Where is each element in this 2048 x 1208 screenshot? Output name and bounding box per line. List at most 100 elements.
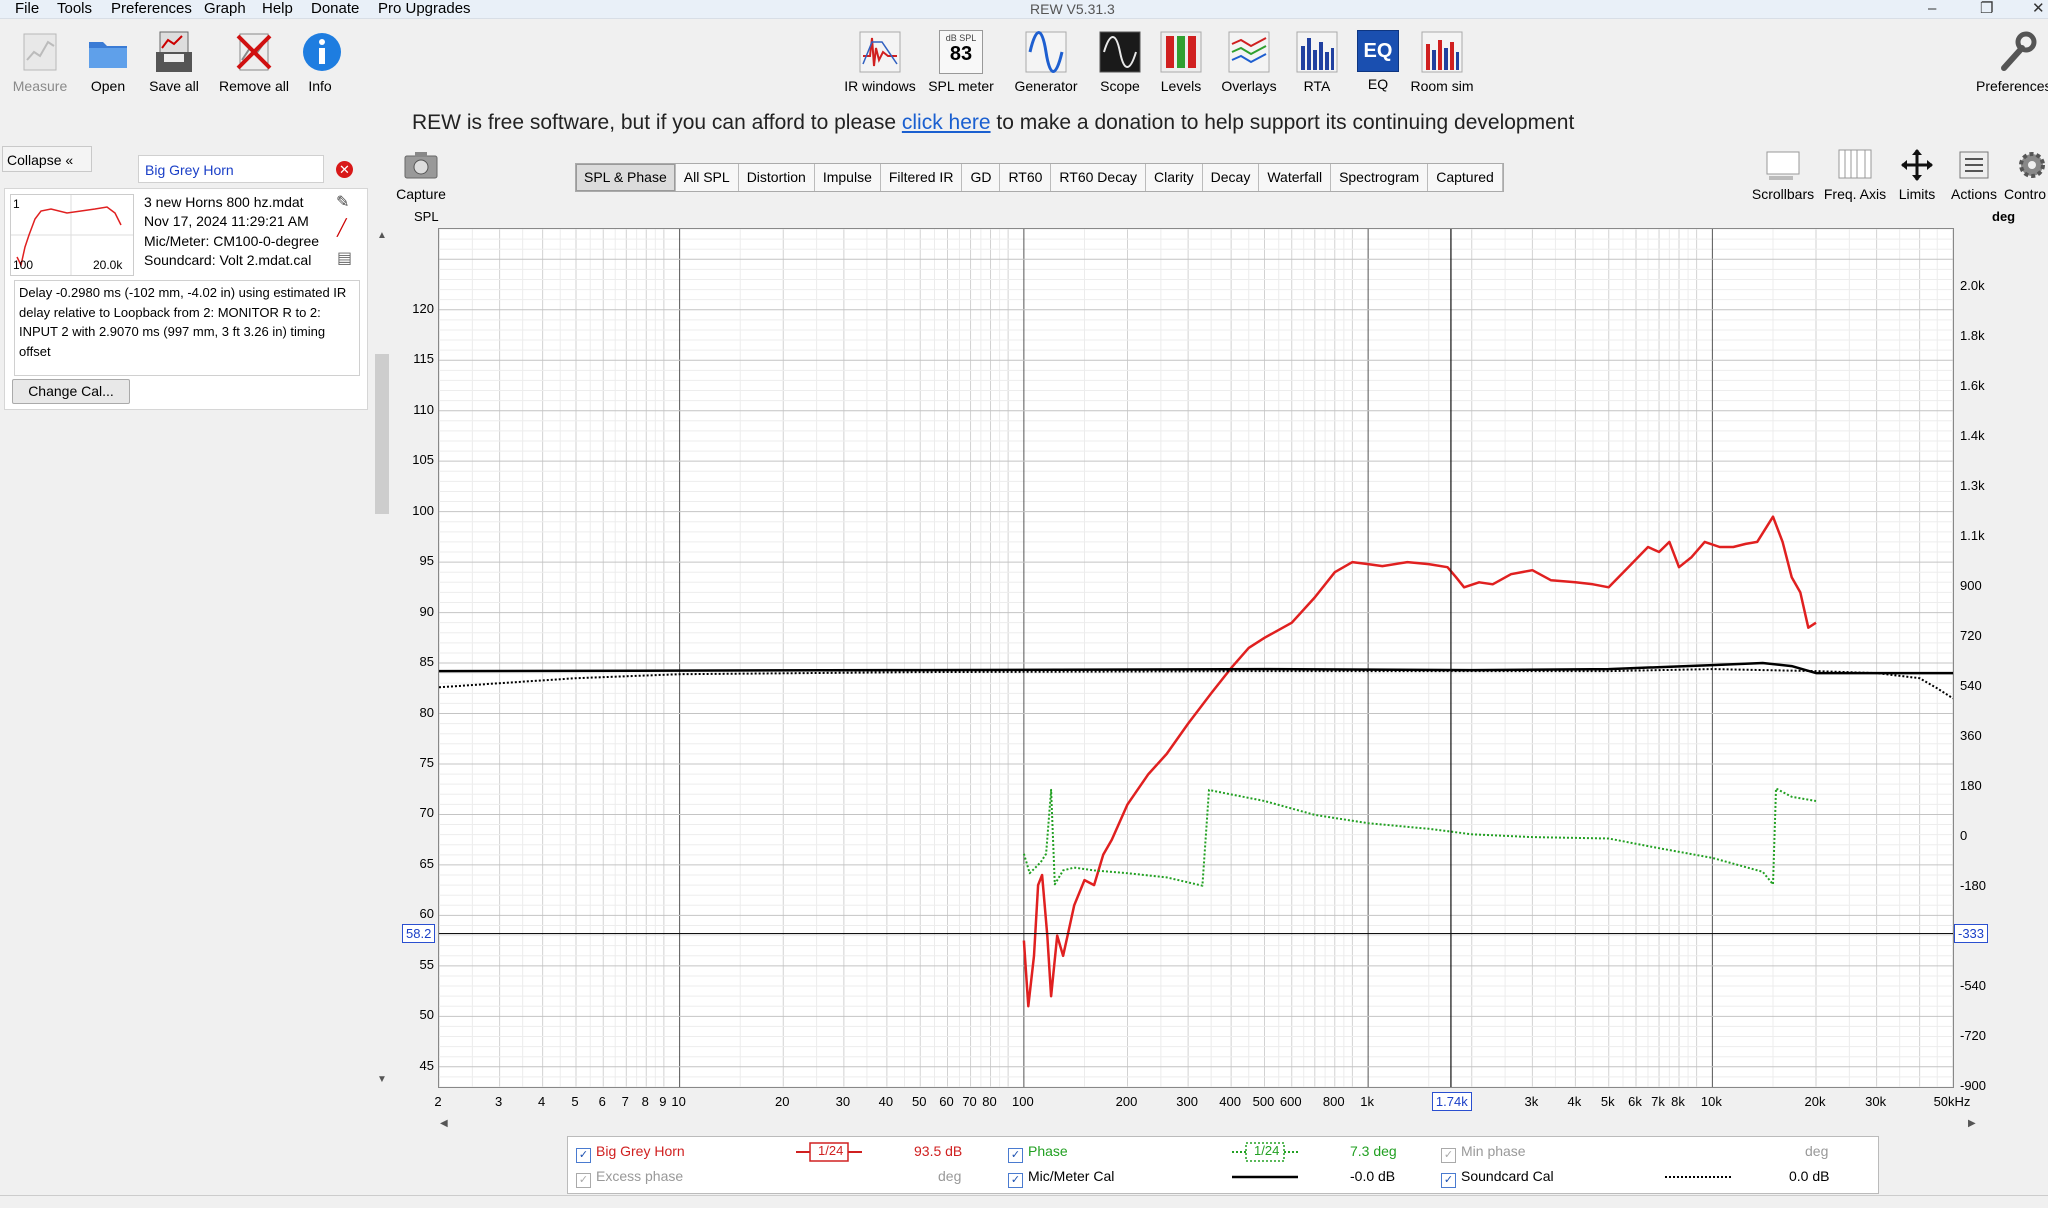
change-cal-button[interactable]: Change Cal... bbox=[12, 379, 130, 404]
graph-h-scrollbar[interactable]: ◀ ▶ bbox=[440, 1118, 1980, 1134]
measurement-date: Nov 17, 2024 11:29:21 AM bbox=[144, 213, 309, 229]
tab-spl-phase[interactable]: SPL & Phase bbox=[576, 164, 676, 191]
open-button[interactable]: Open bbox=[86, 30, 130, 94]
x-tick-label: 20 bbox=[775, 1094, 790, 1109]
preferences-button[interactable]: Preferences bbox=[1976, 30, 2048, 94]
cursor-freq-readout: 1.74k bbox=[1431, 1092, 1472, 1111]
legend-excess-phase[interactable]: ✓ Excess phase bbox=[576, 1168, 683, 1188]
maximize-button[interactable]: ❐ bbox=[1980, 0, 1993, 18]
menu-donate[interactable]: Donate bbox=[311, 0, 359, 18]
measure-button[interactable]: Measure bbox=[10, 30, 70, 94]
tab-decay[interactable]: Decay bbox=[1203, 164, 1260, 191]
tab-gd[interactable]: GD bbox=[962, 164, 1001, 191]
scroll-left-icon[interactable]: ◀ bbox=[440, 1118, 448, 1129]
menu-help[interactable]: Help bbox=[262, 0, 293, 18]
tab-distortion[interactable]: Distortion bbox=[739, 164, 815, 191]
legend-phase-value: 7.3 deg bbox=[1350, 1143, 1397, 1159]
remove-all-button[interactable]: Remove all bbox=[218, 30, 290, 94]
cursor-spl-readout: 58.2 bbox=[402, 923, 436, 943]
spl-phase-graph[interactable] bbox=[438, 228, 1954, 1088]
smoothing-badge-red[interactable]: 1/24 bbox=[796, 1141, 862, 1166]
tab-rt60[interactable]: RT60 bbox=[1000, 164, 1052, 191]
pen-icon[interactable]: ╱ bbox=[337, 218, 347, 238]
actions-button[interactable]: Actions bbox=[1948, 148, 2000, 202]
legend-min-phase[interactable]: ✓ Min phase bbox=[1441, 1143, 1526, 1163]
legend-big-grey-horn[interactable]: ✓ Big Grey Horn bbox=[576, 1143, 685, 1163]
close-window-button[interactable]: ✕ bbox=[2032, 0, 2045, 18]
info-button[interactable]: Info bbox=[300, 30, 341, 94]
donate-link[interactable]: click here bbox=[902, 111, 991, 134]
save-icon bbox=[156, 31, 192, 72]
scroll-down-icon[interactable]: ▼ bbox=[377, 1074, 387, 1085]
legend-min-phase-value: deg bbox=[1805, 1143, 1829, 1159]
levels-icon bbox=[1160, 31, 1202, 73]
generator-button[interactable]: Generator bbox=[1010, 30, 1082, 94]
double-chevron-left-icon: « bbox=[65, 152, 74, 168]
checkbox[interactable]: ✓ bbox=[1008, 1148, 1023, 1163]
measurement-thumbnail[interactable]: 1 100 20.0k bbox=[10, 194, 134, 276]
menu-graph[interactable]: Graph bbox=[204, 0, 246, 18]
camera-icon bbox=[404, 152, 438, 179]
measurement-soundcard: Soundcard: Volt 2.mdat.cal bbox=[144, 252, 312, 268]
y-tick-label: 85 bbox=[419, 654, 434, 670]
y-tick-label: 115 bbox=[413, 351, 434, 367]
overlays-icon bbox=[1228, 31, 1270, 73]
scroll-right-icon[interactable]: ▶ bbox=[1968, 1118, 1976, 1129]
minimize-button[interactable]: – bbox=[1928, 0, 1936, 18]
y-tick-label: 95 bbox=[419, 553, 434, 569]
tab-impulse[interactable]: Impulse bbox=[815, 164, 881, 191]
y2-tick-label: 2.0k bbox=[1960, 278, 1985, 294]
measurement-name-field[interactable]: Big Grey Horn bbox=[138, 155, 324, 183]
limits-button[interactable]: Limits bbox=[1894, 148, 1940, 202]
tab-clarity[interactable]: Clarity bbox=[1146, 164, 1203, 191]
tab-waterfall[interactable]: Waterfall bbox=[1259, 164, 1332, 191]
series-layer bbox=[439, 515, 1953, 1008]
checkbox[interactable]: ✓ bbox=[1441, 1173, 1456, 1188]
y2-tick-label: -720 bbox=[1960, 1028, 1987, 1044]
menu-pro-upgrades[interactable]: Pro Upgrades bbox=[378, 0, 471, 18]
capture-button[interactable]: Capture bbox=[394, 148, 448, 202]
y2-tick-label: 180 bbox=[1960, 778, 1982, 794]
measurement-mic: Mic/Meter: CM100-0-degree bbox=[144, 233, 320, 249]
graph-tabs: SPL & Phase All SPL Distortion Impulse F… bbox=[575, 163, 1504, 192]
scope-button[interactable]: Scope bbox=[1096, 30, 1144, 94]
rta-button[interactable]: RTA bbox=[1294, 30, 1340, 94]
tab-all-spl[interactable]: All SPL bbox=[676, 164, 739, 191]
tab-rt60-decay[interactable]: RT60 Decay bbox=[1051, 164, 1146, 191]
scroll-up-icon[interactable]: ▲ bbox=[377, 230, 387, 241]
smoothing-badge-green[interactable]: 1/24 bbox=[1232, 1141, 1298, 1166]
controls-button[interactable]: Contro bbox=[2004, 148, 2048, 202]
legend-phase[interactable]: ✓ Phase bbox=[1008, 1143, 1068, 1163]
freq-axis-button[interactable]: Freq. Axis bbox=[1822, 148, 1888, 202]
menu-tools[interactable]: Tools bbox=[57, 0, 92, 18]
room-sim-button[interactable]: Room sim bbox=[1408, 30, 1476, 94]
collapse-button[interactable]: Collapse « bbox=[2, 146, 92, 172]
remove-measurement-icon[interactable]: ✕ bbox=[336, 161, 353, 178]
legend-soundcard-cal[interactable]: ✓ Soundcard Cal bbox=[1441, 1168, 1554, 1188]
save-all-button[interactable]: Save all bbox=[146, 30, 202, 94]
tab-spectrogram[interactable]: Spectrogram bbox=[1331, 164, 1429, 191]
checkbox[interactable]: ✓ bbox=[1008, 1173, 1023, 1188]
levels-button[interactable]: Levels bbox=[1158, 30, 1204, 94]
scrollbars-button[interactable]: Scrollbars bbox=[1750, 148, 1816, 202]
ir-windows-button[interactable]: IR windows bbox=[840, 30, 920, 94]
overlays-button[interactable]: Overlays bbox=[1218, 30, 1280, 94]
scrollbar-thumb[interactable] bbox=[375, 354, 389, 514]
checkbox[interactable]: ✓ bbox=[576, 1148, 591, 1163]
checkbox[interactable]: ✓ bbox=[1441, 1148, 1456, 1163]
gear-icon bbox=[2019, 152, 2045, 178]
eq-button[interactable]: EQ EQ bbox=[1356, 30, 1400, 92]
legend-mic-meter-cal[interactable]: ✓ Mic/Meter Cal bbox=[1008, 1168, 1114, 1188]
edit-info-icon[interactable]: ✎ bbox=[336, 192, 349, 212]
title-menu-bar: File Tools Preferences Graph Help Donate… bbox=[0, 0, 2048, 19]
notes-icon[interactable]: ▤ bbox=[337, 248, 352, 268]
y2-tick-label: 1.4k bbox=[1960, 428, 1985, 444]
spl-meter-button[interactable]: dB SPL 83 SPL meter bbox=[926, 30, 996, 94]
tab-captured[interactable]: Captured bbox=[1428, 164, 1503, 191]
menu-preferences[interactable]: Preferences bbox=[111, 0, 192, 18]
tab-filtered-ir[interactable]: Filtered IR bbox=[881, 164, 963, 191]
checkbox[interactable]: ✓ bbox=[576, 1173, 591, 1188]
menu-file[interactable]: File bbox=[15, 0, 39, 18]
x-tick-label: 300 bbox=[1176, 1094, 1198, 1109]
y-tick-label: 80 bbox=[419, 704, 434, 720]
